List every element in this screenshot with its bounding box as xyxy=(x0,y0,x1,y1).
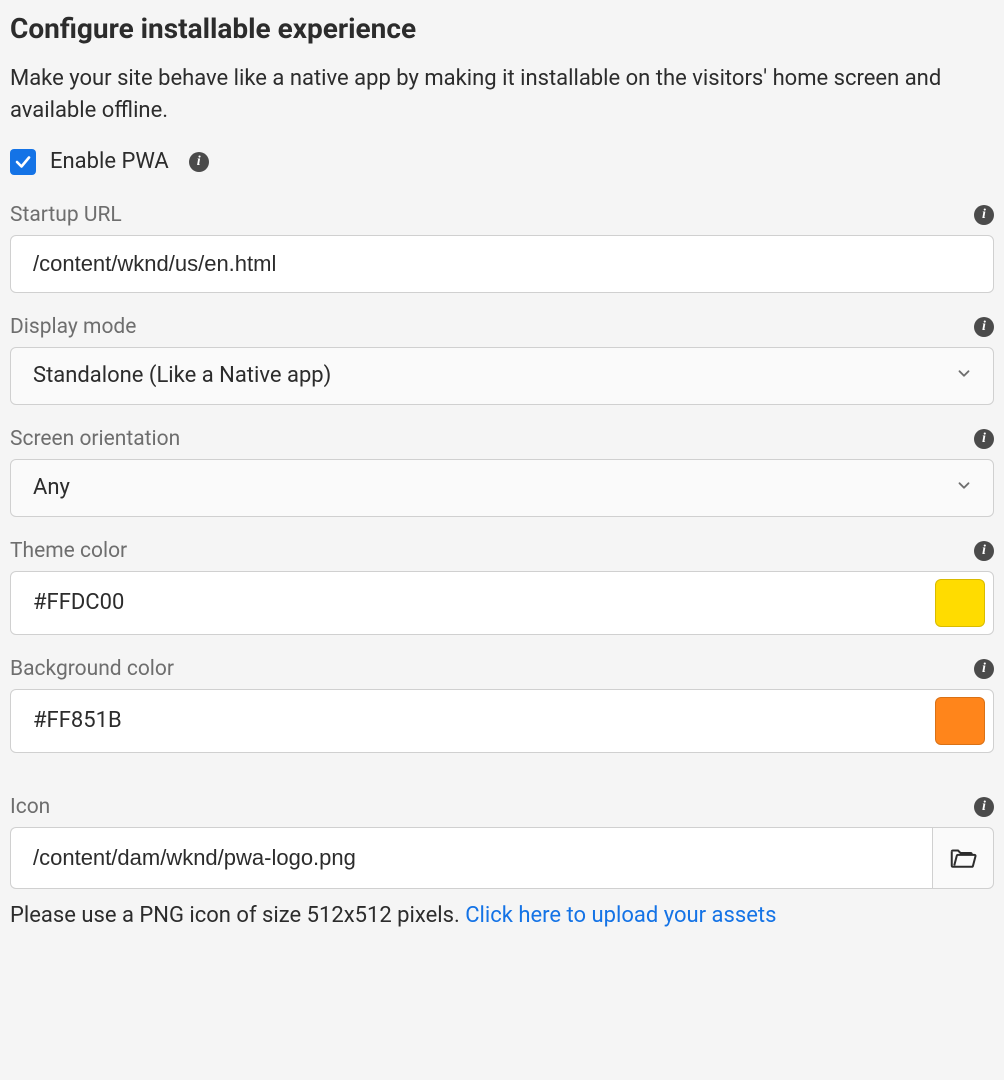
screen-orientation-value: Any xyxy=(33,475,70,500)
check-icon xyxy=(14,153,32,171)
upload-assets-link[interactable]: Click here to upload your assets xyxy=(465,903,776,928)
theme-color-value[interactable]: #FFDC00 xyxy=(33,590,923,615)
icon-label: Icon xyxy=(10,795,50,819)
icon-helper-text: Please use a PNG icon of size 512x512 pi… xyxy=(10,903,994,928)
background-color-value[interactable]: #FF851B xyxy=(33,708,923,733)
screen-orientation-select[interactable]: Any xyxy=(10,459,994,517)
theme-color-label: Theme color xyxy=(10,539,127,563)
info-icon[interactable]: i xyxy=(974,205,994,225)
info-icon[interactable]: i xyxy=(974,797,994,817)
icon-field: Icon i Please use a PNG icon of size 512… xyxy=(10,795,994,928)
page-title: Configure installable experience xyxy=(10,12,994,45)
startup-url-input[interactable] xyxy=(10,235,994,293)
startup-url-field: Startup URL i xyxy=(10,203,994,293)
browse-button[interactable] xyxy=(932,827,994,889)
enable-pwa-checkbox[interactable] xyxy=(10,149,36,175)
startup-url-label: Startup URL xyxy=(10,203,122,227)
display-mode-field: Display mode i Standalone (Like a Native… xyxy=(10,315,994,405)
chevron-down-icon xyxy=(955,363,973,388)
enable-pwa-row: Enable PWA i xyxy=(10,149,994,175)
display-mode-value: Standalone (Like a Native app) xyxy=(33,363,331,388)
theme-color-input-wrap: #FFDC00 xyxy=(10,571,994,635)
display-mode-select[interactable]: Standalone (Like a Native app) xyxy=(10,347,994,405)
info-icon[interactable]: i xyxy=(189,152,209,172)
enable-pwa-label: Enable PWA xyxy=(50,149,169,174)
background-color-field: Background color i #FF851B xyxy=(10,657,994,753)
screen-orientation-label: Screen orientation xyxy=(10,427,180,451)
background-color-label: Background color xyxy=(10,657,174,681)
page-description: Make your site behave like a native app … xyxy=(10,63,994,127)
theme-color-swatch[interactable] xyxy=(935,579,985,627)
theme-color-field: Theme color i #FFDC00 xyxy=(10,539,994,635)
info-icon[interactable]: i xyxy=(974,317,994,337)
info-icon[interactable]: i xyxy=(974,429,994,449)
background-color-input-wrap: #FF851B xyxy=(10,689,994,753)
background-color-swatch[interactable] xyxy=(935,697,985,745)
info-icon[interactable]: i xyxy=(974,659,994,679)
chevron-down-icon xyxy=(955,475,973,500)
display-mode-label: Display mode xyxy=(10,315,136,339)
icon-path-input[interactable] xyxy=(10,827,932,889)
folder-open-icon xyxy=(948,843,978,873)
info-icon[interactable]: i xyxy=(974,541,994,561)
icon-helper-prefix: Please use a PNG icon of size 512x512 pi… xyxy=(10,903,465,928)
screen-orientation-field: Screen orientation i Any xyxy=(10,427,994,517)
